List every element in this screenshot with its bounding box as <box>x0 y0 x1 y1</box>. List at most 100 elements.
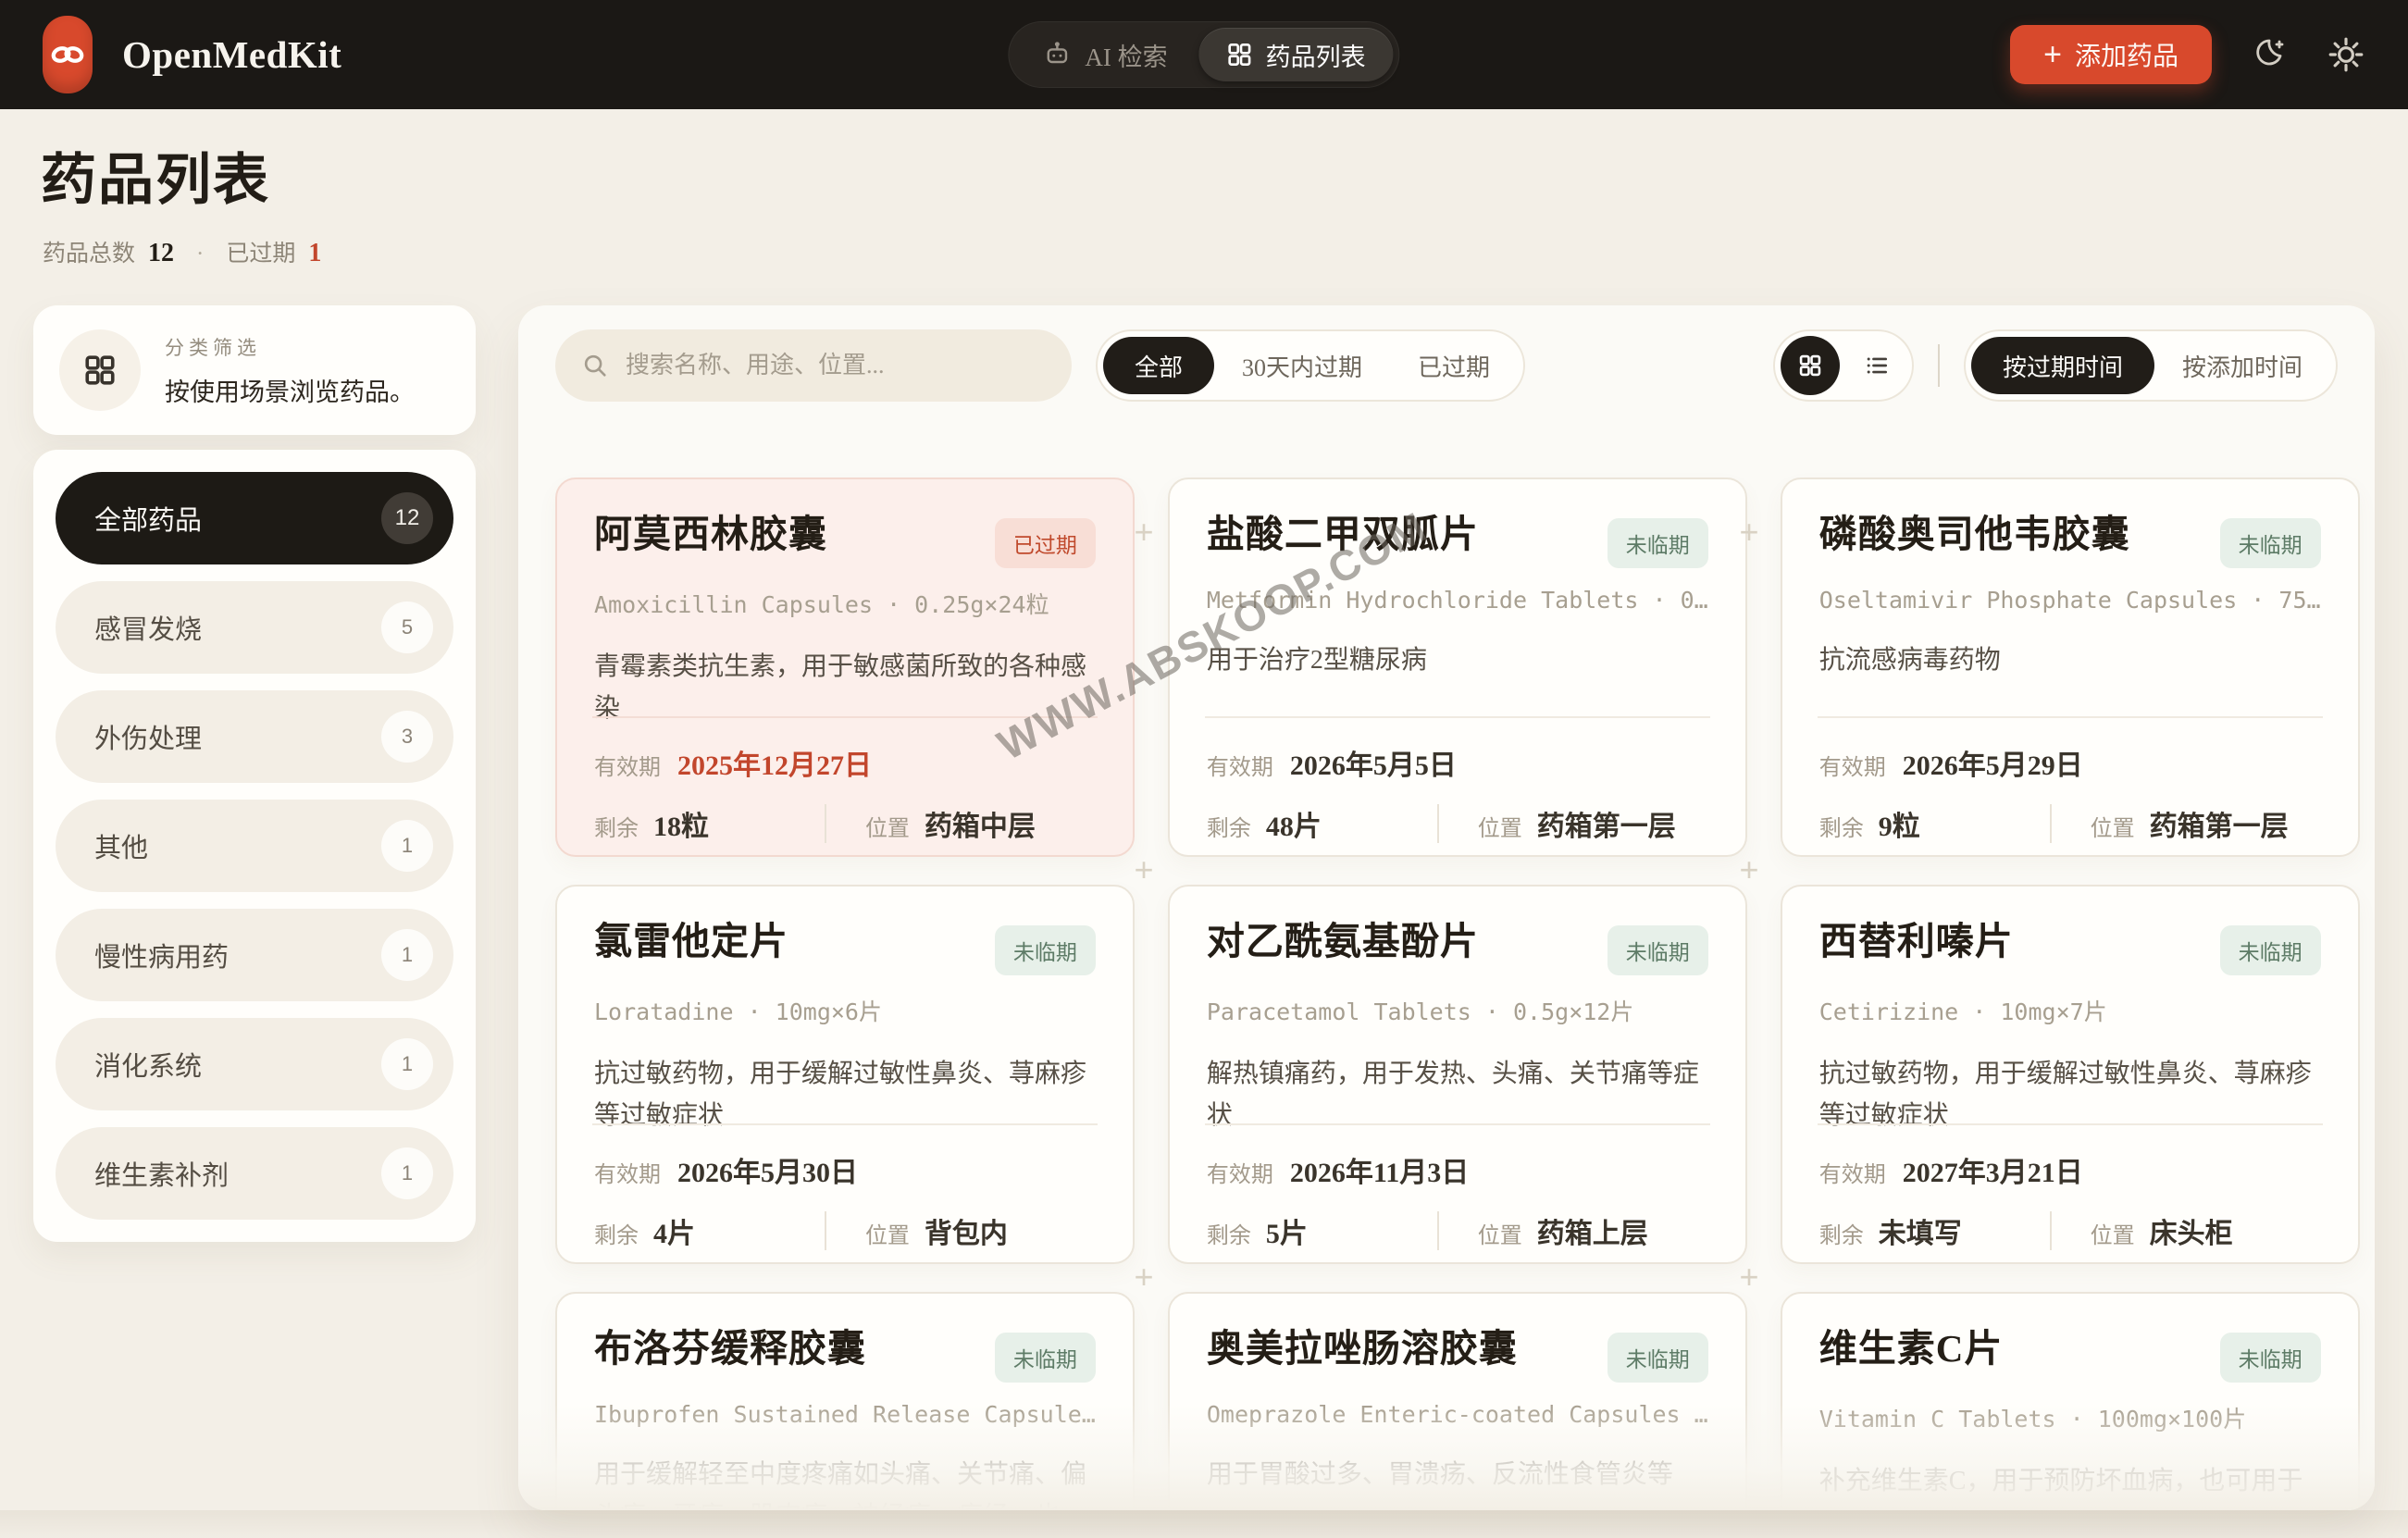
grid-icon <box>1227 42 1253 68</box>
sidebar-category-item[interactable]: 维生素补剂 1 <box>56 1127 453 1220</box>
card-divider <box>1205 716 1710 718</box>
tab-medicine-list[interactable]: 药品列表 <box>1199 28 1394 81</box>
sort-by-expiry[interactable]: 按过期时间 <box>1971 337 2154 394</box>
category-label: 全部药品 <box>94 499 202 538</box>
status-badge: 未临期 <box>1607 925 1708 975</box>
medicine-spec: Cetirizine · 10mg×7片 <box>1819 994 2321 1027</box>
status-badge: 未临期 <box>2220 1333 2321 1383</box>
remaining-cell: 剩余 48片 <box>1207 803 1437 844</box>
card-footer: 剩余 未填写 位置 床头柜 <box>1819 1210 2321 1251</box>
tab-medicine-list-label: 药品列表 <box>1266 37 1366 73</box>
medicine-card[interactable]: 磷酸奥司他韦胶囊 未临期 Oseltamivir Phosphate Capsu… <box>1781 478 2360 857</box>
medicine-card[interactable]: 维生素C片 未临期 Vitamin C Tablets · 100mg×100片… <box>1781 1292 2360 1510</box>
card-header: 氯雷他定片 未临期 <box>594 920 1096 975</box>
list-view-button[interactable] <box>1847 336 1906 395</box>
app-logo[interactable] <box>43 16 93 93</box>
sidebar-category-item[interactable]: 感冒发烧 5 <box>56 581 453 674</box>
remaining-cell: 剩余 9粒 <box>1819 803 2050 844</box>
filter-all[interactable]: 全部 <box>1103 337 1214 394</box>
location-label: 位置 <box>1478 1217 1522 1249</box>
expiry-label: 有效期 <box>594 1156 661 1188</box>
theme-toggle-button[interactable] <box>2251 36 2288 73</box>
remaining-label: 剩余 <box>1207 1217 1251 1249</box>
filter-expired[interactable]: 已过期 <box>1390 337 1518 394</box>
expiry-row: 有效期 2026年5月29日 <box>1819 742 2083 783</box>
gear-icon <box>2327 35 2365 74</box>
category-count-badge: 1 <box>381 1147 433 1199</box>
status-badge: 未临期 <box>1607 518 1708 568</box>
header-actions: + 添加药品 <box>2010 25 2365 84</box>
sidebar-category-item[interactable]: 外伤处理 3 <box>56 690 453 783</box>
tab-ai-search-label: AI 检索 <box>1085 37 1167 73</box>
sidebar-category-item[interactable]: 其他 1 <box>56 800 453 892</box>
medicine-card[interactable]: 对乙酰氨基酚片 未临期 Paracetamol Tablets · 0.5g×1… <box>1168 885 1747 1264</box>
medicine-card[interactable]: 奥美拉唑肠溶胶囊 未临期 Omeprazole Enteric-coated C… <box>1168 1292 1747 1510</box>
sidebar-category-item[interactable]: 慢性病用药 1 <box>56 909 453 1001</box>
location-cell: 位置 背包内 <box>826 1210 1096 1251</box>
card-header: 奥美拉唑肠溶胶囊 未临期 <box>1207 1327 1708 1383</box>
grid-view-button[interactable] <box>1781 336 1840 395</box>
card-footer: 剩余 4片 位置 背包内 <box>594 1210 1096 1251</box>
card-header: 阿莫西林胶囊 已过期 <box>594 513 1096 568</box>
medicine-card-grid: 阿莫西林胶囊 已过期 Amoxicillin Capsules · 0.25g×… <box>555 478 2338 1510</box>
medicine-card[interactable]: 布洛芬缓释胶囊 未临期 Ibuprofen Sustained Release … <box>555 1292 1135 1510</box>
medicine-spec: Loratadine · 10mg×6片 <box>594 994 1096 1027</box>
tab-ai-search[interactable]: AI 检索 <box>1014 28 1195 81</box>
category-count-badge: 12 <box>381 492 433 544</box>
expired-label: 已过期 <box>226 235 295 268</box>
medicine-spec: Paracetamol Tablets · 0.5g×12片 <box>1207 994 1708 1027</box>
category-count-badge: 1 <box>381 929 433 981</box>
category-count-badge: 3 <box>381 711 433 763</box>
sidebar-category-item[interactable]: 全部药品 12 <box>56 472 453 564</box>
remaining-label: 剩余 <box>594 1217 639 1249</box>
filter-subtitle: 按使用场景浏览药品。 <box>165 372 415 408</box>
sidebar-category-item[interactable]: 消化系统 1 <box>56 1018 453 1110</box>
card-header: 磷酸奥司他韦胶囊 未临期 <box>1819 513 2321 568</box>
location-value: 床头柜 <box>2150 1210 2233 1251</box>
settings-button[interactable] <box>2327 35 2365 74</box>
view-toggle <box>1773 329 1914 402</box>
robot-icon <box>1042 40 1072 69</box>
search-box[interactable] <box>555 329 1072 402</box>
card-divider <box>592 716 1098 718</box>
card-footer: 剩余 5片 位置 药箱上层 <box>1207 1210 1708 1251</box>
status-badge: 已过期 <box>995 518 1096 568</box>
category-label: 维生素补剂 <box>94 1154 229 1193</box>
category-label: 慢性病用药 <box>94 936 229 974</box>
expiry-value: 2027年3月21日 <box>1903 1149 2083 1190</box>
toolbar-divider <box>1938 344 1940 387</box>
location-label: 位置 <box>865 1217 910 1249</box>
card-header: 对乙酰氨基酚片 未临期 <box>1207 920 1708 975</box>
medicine-description: 补充维生素C，用于预防坏血病，也可用于各种急慢性传染疾病及紫癜等的辅助治疗 <box>1819 1460 2321 1510</box>
location-cell: 位置 药箱第一层 <box>2052 803 2321 844</box>
add-medicine-button[interactable]: + 添加药品 <box>2010 25 2212 84</box>
expiry-label: 有效期 <box>1207 1156 1273 1188</box>
bottom-shade <box>0 1510 2408 1538</box>
card-divider <box>592 1123 1098 1125</box>
medicine-description: 抗流感病毒药物 <box>1819 639 2321 681</box>
expiry-row: 有效期 2027年3月21日 <box>1819 1149 2083 1190</box>
sort-by-added[interactable]: 按添加时间 <box>2154 337 2330 394</box>
filter-kicker: 分类筛选 <box>165 333 415 361</box>
medicine-card[interactable]: 阿莫西林胶囊 已过期 Amoxicillin Capsules · 0.25g×… <box>555 478 1135 857</box>
medicine-name: 阿莫西林胶囊 <box>594 513 827 556</box>
medicine-name: 西替利嗪片 <box>1819 920 2014 963</box>
status-badge: 未临期 <box>2220 925 2321 975</box>
pills-infinity-icon <box>49 40 86 69</box>
category-count-badge: 1 <box>381 1038 433 1090</box>
search-input[interactable] <box>626 352 1046 379</box>
medicine-spec: Amoxicillin Capsules · 0.25g×24粒 <box>594 587 1096 620</box>
location-label: 位置 <box>865 810 910 842</box>
location-label: 位置 <box>2091 810 2135 842</box>
remaining-cell: 剩余 18粒 <box>594 803 825 844</box>
category-count-badge: 1 <box>381 820 433 872</box>
expiry-label: 有效期 <box>1207 749 1273 781</box>
medicine-description: 用于治疗2型糖尿病 <box>1207 639 1708 681</box>
medicine-card[interactable]: 氯雷他定片 未临期 Loratadine · 10mg×6片 抗过敏药物，用于缓… <box>555 885 1135 1264</box>
remaining-value: 9粒 <box>1879 803 1920 844</box>
medicine-card[interactable]: 盐酸二甲双胍片 未临期 Metformin Hydrochloride Tabl… <box>1168 478 1747 857</box>
medicine-spec: Vitamin C Tablets · 100mg×100片 <box>1819 1401 2321 1434</box>
brand-title: OpenMedKit <box>122 32 341 77</box>
medicine-card[interactable]: 西替利嗪片 未临期 Cetirizine · 10mg×7片 抗过敏药物，用于缓… <box>1781 885 2360 1264</box>
filter-expiring-30d[interactable]: 30天内过期 <box>1214 337 1390 394</box>
